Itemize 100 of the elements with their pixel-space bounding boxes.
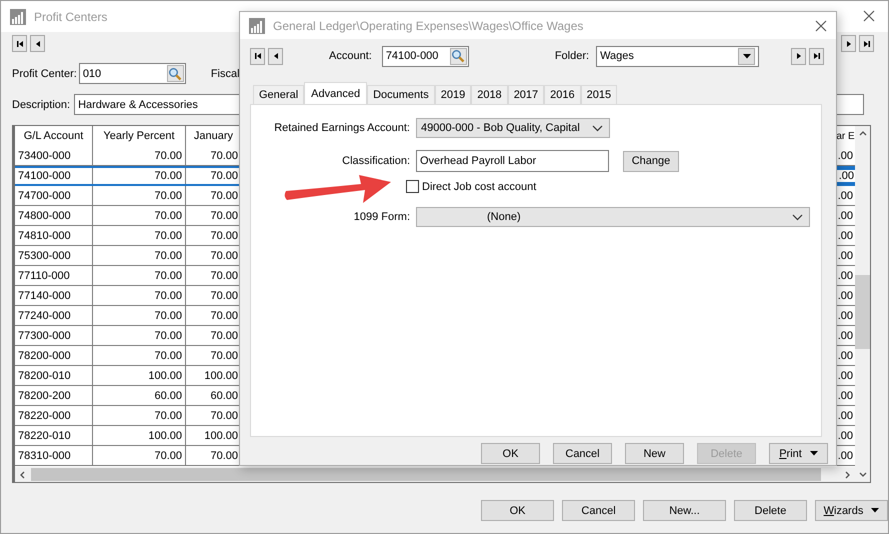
scroll-down-icon[interactable]: [858, 470, 866, 478]
skip-end-icon: [812, 52, 820, 60]
table-cell: 74700-000: [15, 186, 93, 205]
table-cell: 70.00: [93, 246, 186, 265]
table-cell-text: .00: [836, 448, 854, 464]
table-cell: 75300-000: [15, 246, 93, 265]
table-cell-text: .00: [836, 428, 854, 444]
dropdown-button[interactable]: Print: [769, 443, 828, 464]
field-label: Folder:: [554, 50, 590, 62]
table-cell-text: .00: [836, 248, 854, 264]
scroll-right-icon[interactable]: [843, 470, 851, 478]
tab[interactable]: 2018: [471, 85, 508, 104]
skip-start-icon: [254, 52, 262, 60]
field-label: Profit Center:: [12, 68, 77, 80]
folder-dropdown[interactable]: Wages: [596, 46, 760, 66]
table-cell: 78310-000: [15, 446, 93, 465]
table-cell: 70.00: [93, 306, 186, 325]
profit-center-field[interactable]: 010: [78, 63, 186, 84]
skip-start-icon: [16, 40, 24, 48]
action-button[interactable]: OK: [481, 500, 554, 521]
first-record-button[interactable]: [12, 35, 27, 52]
table-cell: 70.00: [93, 446, 186, 465]
form-1099-dropdown[interactable]: (None): [416, 207, 810, 227]
close-icon[interactable]: [863, 10, 875, 22]
triangle-right-icon: [794, 52, 802, 60]
action-button[interactable]: Delete: [734, 500, 807, 521]
table-cell-text: .00: [836, 228, 854, 244]
table-cell: 78200-010: [15, 366, 93, 385]
table-cell: 78220-000: [15, 406, 93, 425]
next-record-button[interactable]: [791, 48, 806, 64]
table-cell: 100.00: [93, 366, 186, 385]
triangle-left-icon: [272, 52, 280, 60]
table-cell-text: .00: [836, 368, 854, 384]
table-cell-text: .00: [836, 288, 854, 304]
search-button[interactable]: [450, 48, 467, 64]
scroll-left-icon[interactable]: [19, 470, 27, 478]
table-cell: 78200-200: [15, 386, 93, 405]
column-header[interactable]: G/L Account: [15, 126, 93, 146]
caret-icon: [742, 54, 751, 58]
action-button[interactable]: New: [625, 443, 684, 464]
change-button[interactable]: Change: [623, 150, 679, 172]
last-record-button[interactable]: [809, 48, 824, 64]
table-cell: 70.00: [93, 406, 186, 425]
table-cell: 60.00: [93, 386, 186, 405]
scroll-thumb[interactable]: [31, 468, 821, 481]
action-button[interactable]: Cancel: [553, 443, 612, 464]
table-cell-text: .00: [836, 188, 854, 204]
table-cell: 70.00: [93, 326, 186, 345]
scroll-up-icon[interactable]: [858, 130, 866, 138]
horizontal-scrollbar[interactable]: [15, 467, 855, 482]
table-cell-text: .00: [836, 348, 854, 364]
tab[interactable]: Documents: [367, 85, 435, 104]
vertical-scrollbar[interactable]: [855, 126, 870, 482]
next-record-button[interactable]: [841, 35, 856, 52]
previous-record-button[interactable]: [30, 35, 45, 52]
tab[interactable]: General: [253, 85, 304, 104]
tab[interactable]: 2017: [508, 85, 544, 104]
dropdown-button[interactable]: Wizards: [814, 500, 888, 521]
account-field[interactable]: 74100-000: [382, 46, 469, 66]
table-cell: 73400-000: [15, 146, 93, 165]
table-cell: 78200-000: [15, 346, 93, 365]
table-cell: 70.00: [93, 206, 186, 225]
action-button[interactable]: New...: [643, 500, 726, 521]
field-label: Retained Earnings Account:: [273, 122, 410, 134]
caret-icon: [810, 451, 818, 456]
previous-record-button[interactable]: [268, 48, 283, 64]
last-record-button[interactable]: [859, 35, 874, 52]
tab[interactable]: 2016: [544, 85, 581, 104]
action-button[interactable]: OK: [481, 443, 540, 464]
table-cell: 70.00: [93, 186, 186, 205]
checkbox-label[interactable]: Direct Job cost account: [422, 180, 536, 192]
retained-earnings-dropdown[interactable]: 49000-000 - Bob Quality, Capital: [416, 118, 610, 138]
tab[interactable]: 2019: [434, 85, 472, 104]
table-cell: 77140-000: [15, 286, 93, 305]
table-cell-text: .00: [836, 308, 854, 324]
table-cell: 74810-000: [15, 226, 93, 245]
skip-end-icon: [862, 40, 870, 48]
classification-field[interactable]: Overhead Payroll Labor: [416, 150, 609, 172]
close-icon[interactable]: [815, 20, 827, 32]
field-label: 1099 Form:: [352, 211, 410, 223]
first-record-button[interactable]: [250, 48, 265, 64]
table-cell: 70.00: [93, 146, 186, 165]
table-cell-text: .00: [836, 148, 854, 164]
column-header[interactable]: Yearly Percent: [93, 126, 186, 146]
table-cell-text: .00: [836, 388, 854, 404]
action-button[interactable]: Cancel: [562, 500, 636, 521]
field-label: Description:: [12, 98, 70, 110]
scroll-thumb[interactable]: [855, 275, 870, 349]
checkbox[interactable]: [406, 180, 419, 193]
table-cell-text: .00: [836, 328, 854, 344]
field-label: Account:: [329, 50, 372, 62]
table-cell: 70.00: [93, 266, 186, 285]
window-title: General Ledger\Operating Expenses\Wages\Office Wages: [273, 18, 584, 32]
table-cell-text: .00: [836, 408, 854, 424]
tab[interactable]: 2015: [580, 85, 618, 104]
search-button[interactable]: [166, 65, 184, 82]
triangle-right-icon: [844, 40, 852, 48]
chevron-down-icon: [792, 214, 803, 220]
tab[interactable]: Advanced: [304, 82, 368, 104]
chevron-down-icon: [592, 124, 603, 132]
